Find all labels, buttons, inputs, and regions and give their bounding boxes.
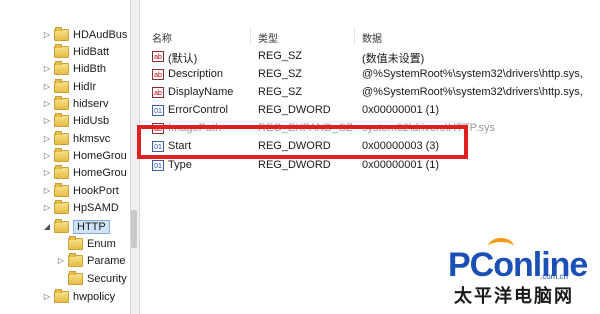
expand-arrow-icon[interactable]: ▷ xyxy=(42,82,52,91)
scrollbar-thumb[interactable] xyxy=(131,210,137,248)
value-row-default[interactable]: ab (默认) REG_SZ (数值未设置) xyxy=(140,48,600,65)
tree-item-parameters[interactable]: ▷ Parame xyxy=(14,252,126,269)
expand-arrow-icon[interactable]: ▷ xyxy=(42,168,52,177)
value-name: DisplayName xyxy=(168,86,234,98)
value-row-type[interactable]: 01 Type REG_DWORD 0x00000001 (1) xyxy=(140,157,600,174)
folder-icon xyxy=(54,78,69,93)
value-data: @%SystemRoot%\system32\drivers\http.sys, xyxy=(362,68,583,80)
tree-item-label: HTTP xyxy=(73,219,110,234)
expand-arrow-icon[interactable]: ▷ xyxy=(42,186,52,195)
folder-icon xyxy=(54,60,69,75)
expand-arrow-icon[interactable]: ▷ xyxy=(42,99,52,108)
value-data: 0x00000001 (1) xyxy=(362,159,440,171)
tree-item-label: HookPort xyxy=(73,184,119,197)
tree-item-hidir[interactable]: ▷ HidIr xyxy=(0,78,96,95)
value-name: (默认) xyxy=(168,53,198,65)
tree-item-label: HidBatt xyxy=(73,45,110,58)
collapse-arrow-icon[interactable]: ◢ xyxy=(42,222,52,231)
tree-item-label: HomeGrou xyxy=(73,166,127,179)
binary-value-icon: 01 xyxy=(152,105,164,116)
folder-icon xyxy=(68,270,83,285)
folder-icon xyxy=(54,95,69,110)
value-name: Description xyxy=(168,68,224,80)
registry-key-tree: ▷ HDAudBus HidBatt ▷ HidBth ▷ HidIr ▷ hi… xyxy=(0,0,138,314)
tree-item-label: HpSAMD xyxy=(73,201,119,214)
tree-item-label: HDAudBus xyxy=(73,28,128,41)
tree-item-hkmsvc[interactable]: ▷ hkmsvc xyxy=(0,130,110,147)
tree-item-hidserv[interactable]: ▷ hidserv xyxy=(0,95,108,112)
expand-arrow-icon[interactable]: ▷ xyxy=(42,30,52,39)
value-type: REG_SZ xyxy=(258,86,303,98)
tree-item-hidusb[interactable]: ▷ HidUsb xyxy=(0,112,109,129)
string-value-icon: ab xyxy=(152,69,164,80)
tree-item-label: hwpolicy xyxy=(73,290,116,303)
tree-item-security[interactable]: Security xyxy=(14,270,127,287)
expand-arrow-icon[interactable]: ▷ xyxy=(42,134,52,143)
expand-arrow-icon[interactable]: ▷ xyxy=(56,256,66,265)
expand-arrow-icon[interactable]: ▷ xyxy=(42,116,52,125)
highlight-box xyxy=(137,125,468,159)
value-data: 0x00000001 (1) xyxy=(362,104,440,116)
tree-item-label: Security xyxy=(87,272,127,285)
tree-item-hpsamd[interactable]: ▷ HpSAMD xyxy=(0,199,119,216)
tree-item-homegroup-1[interactable]: ▷ HomeGrou xyxy=(0,147,127,164)
watermark-chinese: 太平洋电脑网 xyxy=(454,286,574,306)
tree-item-label: hkmsvc xyxy=(73,132,111,145)
value-type: REG_DWORD xyxy=(258,104,331,116)
folder-icon xyxy=(68,252,83,267)
value-name: Type xyxy=(168,159,192,171)
folder-icon xyxy=(54,26,69,41)
tree-item-label: Parame xyxy=(87,254,126,267)
tree-item-hdaudbus[interactable]: ▷ HDAudBus xyxy=(0,26,127,43)
column-header-name[interactable]: 名称 xyxy=(152,30,172,45)
binary-value-icon: 01 xyxy=(152,160,164,171)
value-name: ErrorControl xyxy=(168,104,228,116)
folder-icon xyxy=(54,147,69,162)
value-type: REG_DWORD xyxy=(258,159,331,171)
value-type: REG_SZ xyxy=(258,68,303,80)
column-header-type[interactable]: 类型 xyxy=(258,30,278,45)
column-divider[interactable] xyxy=(250,28,251,44)
expand-arrow-icon[interactable]: ▷ xyxy=(42,151,52,160)
tree-item-hwpolicy[interactable]: ▷ hwpolicy xyxy=(0,288,115,305)
folder-open-icon xyxy=(54,218,69,233)
tree-item-enum[interactable]: Enum xyxy=(14,235,116,252)
watermark-domain: .com.cn xyxy=(540,272,569,281)
pconline-watermark: PConline .com.cn 太平洋电脑网 xyxy=(418,238,588,306)
tree-item-label: HomeGrou xyxy=(73,149,127,162)
tree-item-hookport[interactable]: ▷ HookPort xyxy=(0,182,119,199)
folder-icon xyxy=(54,182,69,197)
column-divider[interactable] xyxy=(354,28,355,44)
tree-item-hidbatt[interactable]: HidBatt xyxy=(0,43,109,60)
folder-icon xyxy=(54,112,69,127)
expand-arrow-icon[interactable]: ▷ xyxy=(42,203,52,212)
tree-item-label: HidIr xyxy=(73,80,97,93)
string-value-icon: ab xyxy=(152,51,164,62)
expand-arrow-icon[interactable]: ▷ xyxy=(42,292,52,301)
tree-item-label: HidUsb xyxy=(73,114,110,127)
tree-item-label: hidserv xyxy=(73,97,109,110)
value-row-errorcontrol[interactable]: 01 ErrorControl REG_DWORD 0x00000001 (1) xyxy=(140,102,600,119)
expand-arrow-icon[interactable]: ▷ xyxy=(42,64,52,73)
tree-item-label: HidBth xyxy=(73,62,107,75)
tree-item-label: Enum xyxy=(87,237,116,250)
folder-icon xyxy=(54,130,69,145)
column-header-data[interactable]: 数据 xyxy=(362,30,382,45)
folder-icon xyxy=(54,199,69,214)
value-data: @%SystemRoot%\system32\drivers\http.sys, xyxy=(362,86,583,98)
value-row-description[interactable]: ab Description REG_SZ @%SystemRoot%\syst… xyxy=(140,66,600,83)
folder-icon xyxy=(54,43,69,58)
folder-icon xyxy=(54,288,69,303)
tree-item-homegroup-2[interactable]: ▷ HomeGrou xyxy=(0,164,127,181)
string-value-icon: ab xyxy=(152,87,164,98)
value-row-displayname[interactable]: ab DisplayName REG_SZ @%SystemRoot%\syst… xyxy=(140,84,600,101)
tree-item-http[interactable]: ◢ HTTP xyxy=(0,218,110,235)
folder-icon xyxy=(54,164,69,179)
folder-icon xyxy=(68,235,83,250)
value-type: REG_SZ xyxy=(258,50,303,62)
value-data: (数值未设置) xyxy=(362,53,425,65)
tree-item-hidbth[interactable]: ▷ HidBth xyxy=(0,60,106,77)
